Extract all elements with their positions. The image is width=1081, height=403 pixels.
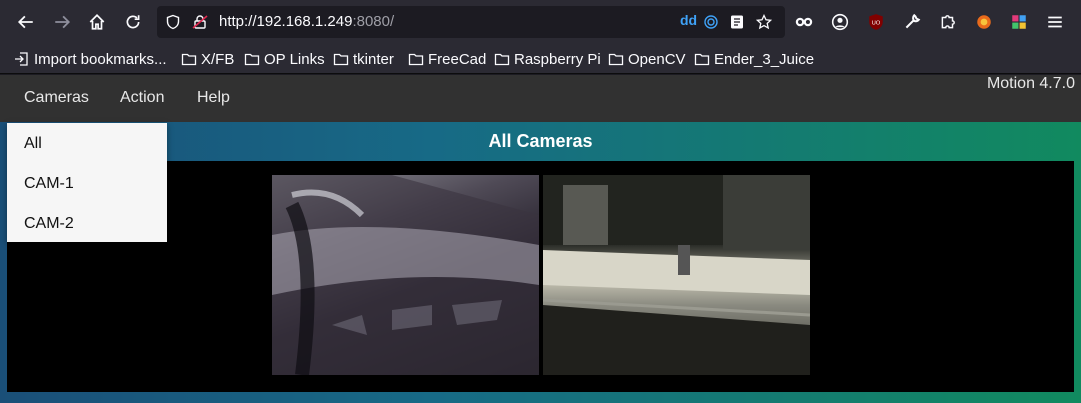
bookmark-star-icon[interactable]	[755, 13, 773, 31]
insecure-lock-icon[interactable]	[191, 13, 209, 31]
camera-image-2	[543, 175, 810, 375]
bookmark-label: X/FB	[201, 50, 235, 68]
bookmark-folder-xfb[interactable]: X/FB	[181, 49, 234, 69]
folder-icon	[181, 53, 197, 66]
import-icon	[15, 52, 28, 66]
folder-icon	[244, 53, 260, 66]
private-mask-icon[interactable]	[790, 8, 818, 36]
camera-view-area	[7, 161, 1074, 392]
svg-text:UO: UO	[872, 20, 881, 26]
bookmark-folder-tkinter[interactable]: tkinter	[333, 49, 394, 69]
bookmark-label: OpenCV	[628, 50, 686, 68]
url-bar[interactable]: http://192.168.1.249:8080/ dd	[157, 6, 785, 38]
bookmark-folder-op-links[interactable]: OP Links	[244, 49, 325, 69]
camera-feed-cam-1[interactable]	[272, 175, 539, 375]
nav-help[interactable]: Help	[197, 89, 230, 107]
dropdown-item-cam-1[interactable]: CAM-1	[24, 175, 74, 193]
dropdown-item-cam-2[interactable]: CAM-2	[24, 215, 74, 233]
dropdown-item-all[interactable]: All	[24, 135, 42, 153]
nav-action[interactable]: Action	[120, 89, 164, 107]
bookmark-folder-raspberry-pi[interactable]: Raspberry Pi	[494, 49, 601, 69]
bookmark-folder-opencv[interactable]: OpenCV	[608, 49, 686, 69]
account-icon[interactable]	[826, 8, 854, 36]
bookmark-label: Import bookmarks...	[34, 50, 167, 68]
url-port: :8080/	[352, 13, 395, 30]
folder-icon	[608, 53, 624, 66]
camera-feed-cam-2[interactable]	[543, 175, 810, 375]
home-icon[interactable]	[83, 8, 111, 36]
bookmarks-bar: Import bookmarks... X/FB OP Links tkinte…	[0, 44, 1081, 74]
ublock-origin-icon[interactable]: UO	[862, 8, 890, 36]
folder-icon	[694, 53, 710, 66]
url-host: http://192.168.1.249	[219, 13, 353, 30]
tracking-shield-icon[interactable]	[164, 13, 182, 31]
dd-extension-label[interactable]: dd	[680, 12, 697, 28]
extensions-puzzle-icon[interactable]	[934, 8, 962, 36]
back-arrow-icon[interactable]	[12, 8, 40, 36]
motion-version: Motion 4.7.0	[986, 75, 1075, 92]
hamburger-menu-icon[interactable]	[1041, 8, 1069, 36]
top-navbar: Cameras Action Help Motion 4.7.0	[0, 75, 1081, 122]
reader-view-icon[interactable]	[728, 13, 746, 31]
bookmark-label: OP Links	[264, 50, 325, 68]
fox-extension-icon[interactable]	[970, 8, 998, 36]
bookmark-folder-ender-3-juice[interactable]: Ender_3_Juice	[694, 49, 814, 69]
forward-arrow-icon[interactable]	[48, 8, 76, 36]
bookmark-folder-freecad[interactable]: FreeCad	[408, 49, 486, 69]
bookmark-label: FreeCad	[428, 50, 487, 68]
folder-icon	[494, 53, 510, 66]
nav-cameras[interactable]: Cameras	[24, 89, 89, 107]
bookmark-label: Raspberry Pi	[514, 50, 601, 68]
folder-icon	[408, 53, 424, 66]
url-text[interactable]: http://192.168.1.249:8080/	[219, 13, 394, 30]
fingerprint-icon[interactable]	[702, 13, 720, 31]
tools-wrench-icon[interactable]	[898, 8, 926, 36]
cameras-dropdown-menu: All CAM-1 CAM-2	[7, 123, 167, 242]
reload-icon[interactable]	[119, 8, 147, 36]
motion-page: Cameras Action Help Motion 4.7.0 All Cam…	[0, 75, 1081, 403]
browser-toolbar: http://192.168.1.249:8080/ dd UO	[0, 0, 1081, 44]
bookmark-import[interactable]: Import bookmarks...	[14, 49, 167, 69]
color-grid-extension-icon[interactable]	[1005, 8, 1033, 36]
camera-image-1	[272, 175, 539, 375]
bookmark-label: Ender_3_Juice	[714, 50, 815, 68]
bookmark-label: tkinter	[353, 50, 394, 68]
folder-icon	[333, 53, 349, 66]
